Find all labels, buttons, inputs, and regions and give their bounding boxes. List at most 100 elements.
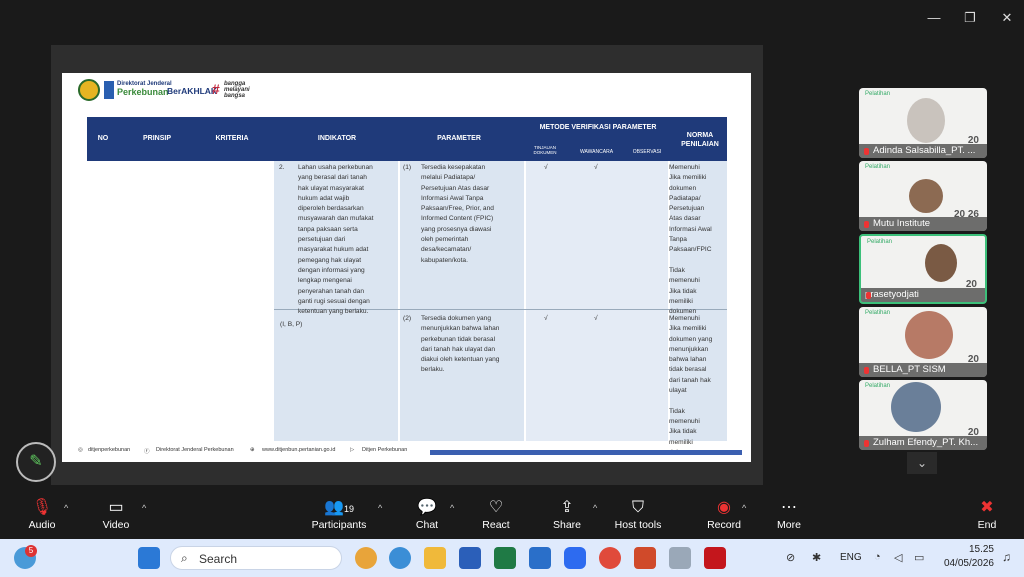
restore-button[interactable]: ❐ (958, 8, 982, 28)
shield-icon: ⛉ (631, 499, 644, 516)
chrome-profile-icon[interactable] (389, 547, 411, 569)
header-parameter: PARAMETER (437, 135, 481, 142)
search-icon: ⌕ (181, 551, 188, 565)
wifi-icon[interactable]: ◔ (874, 551, 881, 563)
more-label: More (777, 519, 801, 531)
record-label: Record (707, 519, 741, 531)
row1-no: 2. (279, 164, 285, 171)
chat-options-caret[interactable]: ^ (450, 503, 454, 513)
chrome-icon[interactable] (355, 547, 377, 569)
header-wawancara: WAWANCARA (579, 149, 614, 155)
participant-video (891, 382, 941, 432)
chevron-down-icon[interactable]: ⌄ (907, 452, 937, 474)
participant-name: prasetyodjati (861, 288, 985, 302)
end-button[interactable]: ✖ End (971, 497, 1003, 531)
participants-icon: 👥19 (324, 499, 354, 516)
audio-button[interactable]: 🎙 Audio (22, 497, 62, 531)
row1-parameter: Tersedia kesepakatan melalui Padiatapa/ … (421, 164, 494, 264)
row2-parameter-number: (2) (403, 315, 412, 322)
close-button[interactable]: ✕ (995, 8, 1019, 28)
zoom-meeting-window: — ❐ ✕ Direktorat Jenderal Perkebunan Ber… (0, 0, 1024, 577)
header-no: NO (97, 135, 109, 142)
volume-icon[interactable]: ◁ (894, 551, 902, 564)
notification-badge: 5 (25, 545, 37, 557)
participant-video (925, 244, 957, 282)
bangga-melayani-logo: bangga melayani bangsa (224, 81, 250, 99)
battery-icon[interactable]: ▭ (914, 551, 924, 564)
youtube-icon: ▷ (350, 447, 355, 453)
participant-name: BELLA_PT SISM (859, 363, 987, 377)
participant-tile[interactable]: Pelatihan 20 Adinda Salsabilla_PT. ... (859, 88, 987, 158)
row1-norma: Memenuhi Jika memiliki dokumen Padiatapa… (669, 164, 712, 316)
record-options-caret[interactable]: ^ (742, 503, 746, 513)
ditjenbun-logo-icon (104, 81, 114, 99)
row2-ref: (I, B, P) (280, 321, 303, 328)
excel-icon[interactable] (494, 547, 516, 569)
calculator-icon[interactable] (669, 547, 691, 569)
share-screen-icon: ⇪ (560, 499, 574, 516)
row1-indikator: Lahan usaha perkebunan yang berasal dari… (298, 164, 374, 316)
participant-tile[interactable]: Pelatihan 20 26 Mutu Institute (859, 161, 987, 231)
kementan-logo (78, 79, 100, 101)
hash-icon: # (212, 81, 220, 97)
annotate-pencil-button[interactable]: ✎ (16, 442, 56, 482)
more-button[interactable]: ⋯ More (772, 497, 806, 531)
clock-time[interactable]: 15.25 (960, 544, 994, 555)
row1-parameter-number: (1) (403, 164, 412, 171)
footer-bar (430, 450, 742, 455)
berakhlak-logo: BerAKHLAK (167, 86, 218, 96)
share-label: Share (552, 519, 582, 531)
participant-tile[interactable]: Pelatihan 20 Zulham Efendy_PT. Kh... (859, 380, 987, 450)
zoom-icon[interactable] (564, 547, 586, 569)
video-label: Video (102, 519, 130, 531)
participants-options-caret[interactable]: ^ (378, 503, 382, 513)
share-button[interactable]: ⇪ Share (550, 497, 584, 531)
footer-website: www.ditjenbun.pertanian.go.id (262, 447, 336, 453)
header-prinsip: PRINSIP (142, 135, 171, 142)
video-options-caret[interactable]: ^ (142, 503, 146, 513)
participant-video (907, 98, 945, 143)
minimize-button[interactable]: — (922, 8, 946, 28)
participant-name: Adinda Salsabilla_PT. ... (859, 144, 987, 158)
muted-mic-icon: 🎙 (31, 499, 53, 516)
row2-parameter: Tersedia dokumen yang menunjukkan bahwa … (421, 315, 500, 374)
host-tools-label: Host tools (614, 519, 662, 531)
pdf-reader-icon[interactable] (704, 547, 726, 569)
video-button[interactable]: ▭ Video (96, 497, 136, 531)
share-options-caret[interactable]: ^ (593, 503, 597, 513)
video-camera-icon: ▭ (108, 499, 124, 516)
bluetooth-icon[interactable]: ✱ (812, 551, 821, 564)
row2-norma: Memenuhi Jika memiliki dokumen yang menu… (669, 315, 713, 456)
chat-icon: 💬 (417, 499, 437, 516)
participant-name: Zulham Efendy_PT. Kh... (859, 436, 987, 450)
chrome-icon-2[interactable] (599, 547, 621, 569)
photos-icon[interactable] (529, 547, 551, 569)
react-button[interactable]: ♡ React (480, 497, 512, 531)
audio-options-caret[interactable]: ^ (64, 503, 68, 513)
notifications-bell-icon[interactable]: ♫ (1002, 550, 1011, 564)
host-tools-button[interactable]: ⛉ Host tools (612, 497, 664, 531)
word-icon[interactable] (459, 547, 481, 569)
chat-label: Chat (415, 519, 439, 531)
powerpoint-icon[interactable] (634, 547, 656, 569)
footer-facebook: Direktorat Jenderal Perkebunan (156, 447, 234, 453)
meeting-toolbar: 🎙 Audio ^ ▭ Video ^ 👥19 Participants ^ 💬 Cha… (0, 493, 1024, 539)
file-explorer-icon[interactable] (424, 547, 446, 569)
participants-button[interactable]: 👥19 Participants (306, 497, 372, 531)
facebook-icon: ⓕ (144, 449, 150, 455)
chat-button[interactable]: 💬 Chat (412, 497, 442, 531)
participant-tile[interactable]: Pelatihan 20 BELLA_PT SISM (859, 307, 987, 377)
header-tinjauan: TINJAUAN DOKUMEN (533, 145, 557, 155)
language-indicator[interactable]: ENG (840, 552, 862, 563)
windows-start-icon[interactable] (138, 547, 160, 569)
clock-date[interactable]: 04/05/2026 (936, 558, 994, 569)
row1-check-wawancara: √ (594, 164, 598, 171)
network-off-icon[interactable]: ⊘ (786, 551, 795, 564)
participant-tile-active[interactable]: Pelatihan 20 prasetyodjati (859, 234, 987, 304)
row2-check-dokumen: √ (544, 315, 548, 322)
presentation-slide: Direktorat Jenderal Perkebunan BerAKHLAK… (62, 73, 751, 462)
record-button[interactable]: ◉ Record (704, 497, 744, 531)
taskbar-search-box[interactable]: ⌕ Search (170, 546, 342, 570)
tile-title: Pelatihan (865, 310, 891, 316)
tile-title: Pelatihan (865, 383, 891, 389)
